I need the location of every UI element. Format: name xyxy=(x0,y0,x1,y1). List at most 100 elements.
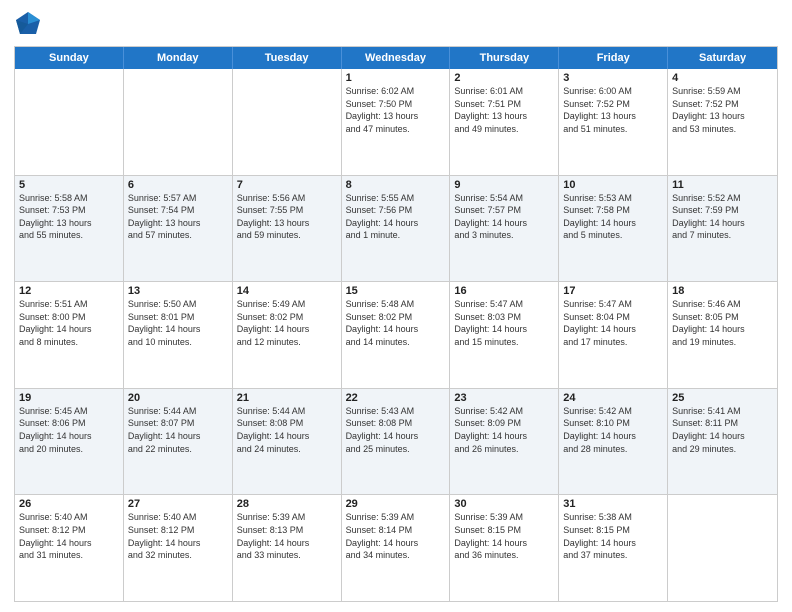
cell-info: Sunrise: 5:38 AM Sunset: 8:15 PM Dayligh… xyxy=(563,511,663,561)
cell-info: Sunrise: 5:57 AM Sunset: 7:54 PM Dayligh… xyxy=(128,192,228,242)
cell-info: Sunrise: 6:01 AM Sunset: 7:51 PM Dayligh… xyxy=(454,85,554,135)
cell-info: Sunrise: 5:53 AM Sunset: 7:58 PM Dayligh… xyxy=(563,192,663,242)
cell-info: Sunrise: 5:42 AM Sunset: 8:10 PM Dayligh… xyxy=(563,405,663,455)
day-number: 22 xyxy=(346,392,446,404)
calendar-cell: 16Sunrise: 5:47 AM Sunset: 8:03 PM Dayli… xyxy=(450,282,559,388)
calendar-row-3: 12Sunrise: 5:51 AM Sunset: 8:00 PM Dayli… xyxy=(15,282,777,389)
header-cell-friday: Friday xyxy=(559,47,668,69)
cell-info: Sunrise: 5:49 AM Sunset: 8:02 PM Dayligh… xyxy=(237,298,337,348)
day-number: 14 xyxy=(237,285,337,297)
calendar-cell: 29Sunrise: 5:39 AM Sunset: 8:14 PM Dayli… xyxy=(342,495,451,601)
cell-info: Sunrise: 5:45 AM Sunset: 8:06 PM Dayligh… xyxy=(19,405,119,455)
cell-info: Sunrise: 5:50 AM Sunset: 8:01 PM Dayligh… xyxy=(128,298,228,348)
header-cell-sunday: Sunday xyxy=(15,47,124,69)
cell-info: Sunrise: 5:54 AM Sunset: 7:57 PM Dayligh… xyxy=(454,192,554,242)
calendar-cell: 14Sunrise: 5:49 AM Sunset: 8:02 PM Dayli… xyxy=(233,282,342,388)
cell-info: Sunrise: 5:47 AM Sunset: 8:04 PM Dayligh… xyxy=(563,298,663,348)
calendar-cell: 20Sunrise: 5:44 AM Sunset: 8:07 PM Dayli… xyxy=(124,389,233,495)
day-number: 1 xyxy=(346,72,446,84)
calendar-cell: 30Sunrise: 5:39 AM Sunset: 8:15 PM Dayli… xyxy=(450,495,559,601)
calendar-row-1: 1Sunrise: 6:02 AM Sunset: 7:50 PM Daylig… xyxy=(15,69,777,176)
day-number: 23 xyxy=(454,392,554,404)
cell-info: Sunrise: 5:44 AM Sunset: 8:07 PM Dayligh… xyxy=(128,405,228,455)
calendar-cell: 23Sunrise: 5:42 AM Sunset: 8:09 PM Dayli… xyxy=(450,389,559,495)
calendar-row-5: 26Sunrise: 5:40 AM Sunset: 8:12 PM Dayli… xyxy=(15,495,777,601)
day-number: 7 xyxy=(237,179,337,191)
cell-info: Sunrise: 5:43 AM Sunset: 8:08 PM Dayligh… xyxy=(346,405,446,455)
calendar-cell: 21Sunrise: 5:44 AM Sunset: 8:08 PM Dayli… xyxy=(233,389,342,495)
calendar: SundayMondayTuesdayWednesdayThursdayFrid… xyxy=(14,46,778,602)
day-number: 10 xyxy=(563,179,663,191)
calendar-cell: 15Sunrise: 5:48 AM Sunset: 8:02 PM Dayli… xyxy=(342,282,451,388)
day-number: 9 xyxy=(454,179,554,191)
logo-icon xyxy=(14,10,42,38)
day-number: 8 xyxy=(346,179,446,191)
calendar-cell xyxy=(233,69,342,175)
calendar-cell: 28Sunrise: 5:39 AM Sunset: 8:13 PM Dayli… xyxy=(233,495,342,601)
day-number: 29 xyxy=(346,498,446,510)
cell-info: Sunrise: 5:42 AM Sunset: 8:09 PM Dayligh… xyxy=(454,405,554,455)
calendar-cell: 4Sunrise: 5:59 AM Sunset: 7:52 PM Daylig… xyxy=(668,69,777,175)
calendar-cell: 31Sunrise: 5:38 AM Sunset: 8:15 PM Dayli… xyxy=(559,495,668,601)
day-number: 15 xyxy=(346,285,446,297)
calendar-cell xyxy=(15,69,124,175)
day-number: 3 xyxy=(563,72,663,84)
day-number: 4 xyxy=(672,72,773,84)
header xyxy=(14,10,778,38)
cell-info: Sunrise: 5:47 AM Sunset: 8:03 PM Dayligh… xyxy=(454,298,554,348)
cell-info: Sunrise: 6:00 AM Sunset: 7:52 PM Dayligh… xyxy=(563,85,663,135)
cell-info: Sunrise: 5:55 AM Sunset: 7:56 PM Dayligh… xyxy=(346,192,446,242)
calendar-cell: 1Sunrise: 6:02 AM Sunset: 7:50 PM Daylig… xyxy=(342,69,451,175)
calendar-cell: 9Sunrise: 5:54 AM Sunset: 7:57 PM Daylig… xyxy=(450,176,559,282)
logo xyxy=(14,10,46,38)
day-number: 13 xyxy=(128,285,228,297)
day-number: 28 xyxy=(237,498,337,510)
day-number: 19 xyxy=(19,392,119,404)
day-number: 2 xyxy=(454,72,554,84)
header-cell-saturday: Saturday xyxy=(668,47,777,69)
calendar-cell: 10Sunrise: 5:53 AM Sunset: 7:58 PM Dayli… xyxy=(559,176,668,282)
day-number: 31 xyxy=(563,498,663,510)
calendar-cell: 6Sunrise: 5:57 AM Sunset: 7:54 PM Daylig… xyxy=(124,176,233,282)
day-number: 30 xyxy=(454,498,554,510)
cell-info: Sunrise: 5:40 AM Sunset: 8:12 PM Dayligh… xyxy=(128,511,228,561)
day-number: 18 xyxy=(672,285,773,297)
calendar-cell: 8Sunrise: 5:55 AM Sunset: 7:56 PM Daylig… xyxy=(342,176,451,282)
page: SundayMondayTuesdayWednesdayThursdayFrid… xyxy=(0,0,792,612)
cell-info: Sunrise: 5:56 AM Sunset: 7:55 PM Dayligh… xyxy=(237,192,337,242)
cell-info: Sunrise: 5:41 AM Sunset: 8:11 PM Dayligh… xyxy=(672,405,773,455)
calendar-cell: 18Sunrise: 5:46 AM Sunset: 8:05 PM Dayli… xyxy=(668,282,777,388)
calendar-row-2: 5Sunrise: 5:58 AM Sunset: 7:53 PM Daylig… xyxy=(15,176,777,283)
cell-info: Sunrise: 5:59 AM Sunset: 7:52 PM Dayligh… xyxy=(672,85,773,135)
cell-info: Sunrise: 5:52 AM Sunset: 7:59 PM Dayligh… xyxy=(672,192,773,242)
cell-info: Sunrise: 5:58 AM Sunset: 7:53 PM Dayligh… xyxy=(19,192,119,242)
day-number: 17 xyxy=(563,285,663,297)
header-cell-tuesday: Tuesday xyxy=(233,47,342,69)
header-cell-monday: Monday xyxy=(124,47,233,69)
day-number: 6 xyxy=(128,179,228,191)
day-number: 26 xyxy=(19,498,119,510)
cell-info: Sunrise: 6:02 AM Sunset: 7:50 PM Dayligh… xyxy=(346,85,446,135)
day-number: 5 xyxy=(19,179,119,191)
calendar-cell: 7Sunrise: 5:56 AM Sunset: 7:55 PM Daylig… xyxy=(233,176,342,282)
cell-info: Sunrise: 5:51 AM Sunset: 8:00 PM Dayligh… xyxy=(19,298,119,348)
calendar-cell: 2Sunrise: 6:01 AM Sunset: 7:51 PM Daylig… xyxy=(450,69,559,175)
calendar-cell: 22Sunrise: 5:43 AM Sunset: 8:08 PM Dayli… xyxy=(342,389,451,495)
day-number: 20 xyxy=(128,392,228,404)
calendar-cell: 3Sunrise: 6:00 AM Sunset: 7:52 PM Daylig… xyxy=(559,69,668,175)
day-number: 24 xyxy=(563,392,663,404)
calendar-cell: 19Sunrise: 5:45 AM Sunset: 8:06 PM Dayli… xyxy=(15,389,124,495)
calendar-cell: 11Sunrise: 5:52 AM Sunset: 7:59 PM Dayli… xyxy=(668,176,777,282)
cell-info: Sunrise: 5:46 AM Sunset: 8:05 PM Dayligh… xyxy=(672,298,773,348)
cell-info: Sunrise: 5:39 AM Sunset: 8:13 PM Dayligh… xyxy=(237,511,337,561)
day-number: 27 xyxy=(128,498,228,510)
day-number: 11 xyxy=(672,179,773,191)
calendar-cell: 25Sunrise: 5:41 AM Sunset: 8:11 PM Dayli… xyxy=(668,389,777,495)
calendar-row-4: 19Sunrise: 5:45 AM Sunset: 8:06 PM Dayli… xyxy=(15,389,777,496)
day-number: 12 xyxy=(19,285,119,297)
calendar-body: 1Sunrise: 6:02 AM Sunset: 7:50 PM Daylig… xyxy=(15,69,777,601)
cell-info: Sunrise: 5:40 AM Sunset: 8:12 PM Dayligh… xyxy=(19,511,119,561)
calendar-cell xyxy=(668,495,777,601)
day-number: 16 xyxy=(454,285,554,297)
calendar-cell: 17Sunrise: 5:47 AM Sunset: 8:04 PM Dayli… xyxy=(559,282,668,388)
